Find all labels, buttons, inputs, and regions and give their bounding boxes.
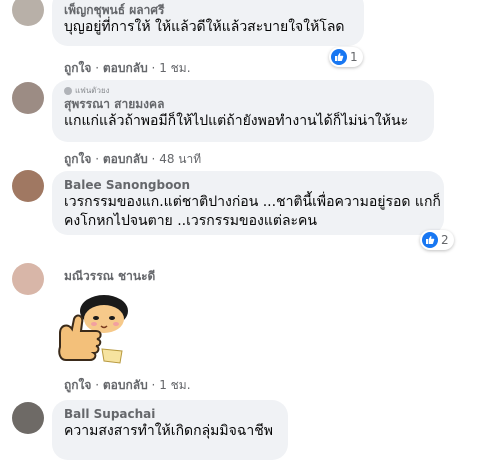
comment-actions: ถูกใจ · ตอบกลับ · 1 ชม. (64, 61, 191, 75)
comment-text: ความสงสารทำให้เกิดกลุ่มมิจฉาชีพ (64, 423, 273, 439)
like-icon (331, 49, 347, 65)
like-link[interactable]: ถูกใจ (64, 378, 91, 392)
comment-bubble: แฟนตัวยง สุพรรณา สายมงคล แกแก่แล้วถ้าพอม… (52, 80, 434, 142)
comment-bubble: Ball Supachai ความสงสารทำให้เกิดกลุ่มมิจ… (52, 400, 288, 460)
badge-icon (64, 87, 72, 95)
fan-badge: แฟนตัวยง (64, 86, 422, 96)
commenter-name[interactable]: มณีวรรณ ชานะดี (64, 268, 155, 284)
comment-text-line-2: คงโกหกไปจนตาย ..เวรกรรมของแต่ละคน (64, 213, 317, 229)
like-icon (422, 232, 438, 248)
comment-time[interactable]: 48 นาที (159, 152, 201, 166)
comment-text-line-1: เวรกรรมของแก.แต่ชาติปางก่อน ...ชาตินี้เพ… (64, 194, 441, 210)
commenter-name[interactable]: เพ็ญกชุพนธ์ ผลาศรี (64, 2, 352, 18)
avatar[interactable] (12, 402, 44, 434)
reaction-count-badge[interactable]: 1 (329, 47, 363, 67)
reaction-count: 1 (350, 50, 358, 64)
reaction-count: 2 (441, 233, 449, 247)
avatar[interactable] (12, 170, 44, 202)
like-link[interactable]: ถูกใจ (64, 61, 91, 75)
reply-link[interactable]: ตอบกลับ (103, 61, 148, 75)
reply-link[interactable]: ตอบกลับ (103, 152, 148, 166)
avatar[interactable] (12, 0, 44, 26)
comment-bubble: เพ็ญกชุพนธ์ ผลาศรี บุญอยู่ที่การให้ ให้แ… (52, 0, 364, 46)
reply-link[interactable]: ตอบกลับ (103, 378, 148, 392)
thumbs-up-sticker (52, 289, 134, 369)
comment-bubble: Balee Sanongboon เวรกรรมของแก.แต่ชาติปาง… (52, 171, 444, 235)
avatar[interactable] (12, 263, 44, 295)
commenter-name[interactable]: Balee Sanongboon (64, 177, 432, 193)
commenter-name[interactable]: Ball Supachai (64, 406, 276, 422)
avatar[interactable] (12, 82, 44, 114)
comment-time[interactable]: 1 ชม. (159, 378, 190, 392)
reaction-count-badge[interactable]: 2 (420, 230, 454, 250)
comment-actions: ถูกใจ · ตอบกลับ · 48 นาที (64, 152, 202, 166)
like-link[interactable]: ถูกใจ (64, 152, 91, 166)
comment-text: บุญอยู่ที่การให้ ให้แล้วดีให้แล้วสะบายใจ… (64, 19, 345, 35)
comment-text: แกแก่แล้วถ้าพอมีก็ให้ไปแต่ถ้ายังพอทำงานไ… (64, 113, 409, 129)
comment-actions: ถูกใจ · ตอบกลับ · 1 ชม. (64, 378, 191, 392)
commenter-name[interactable]: สุพรรณา สายมงคล (64, 96, 422, 112)
comment-time[interactable]: 1 ชม. (159, 61, 190, 75)
